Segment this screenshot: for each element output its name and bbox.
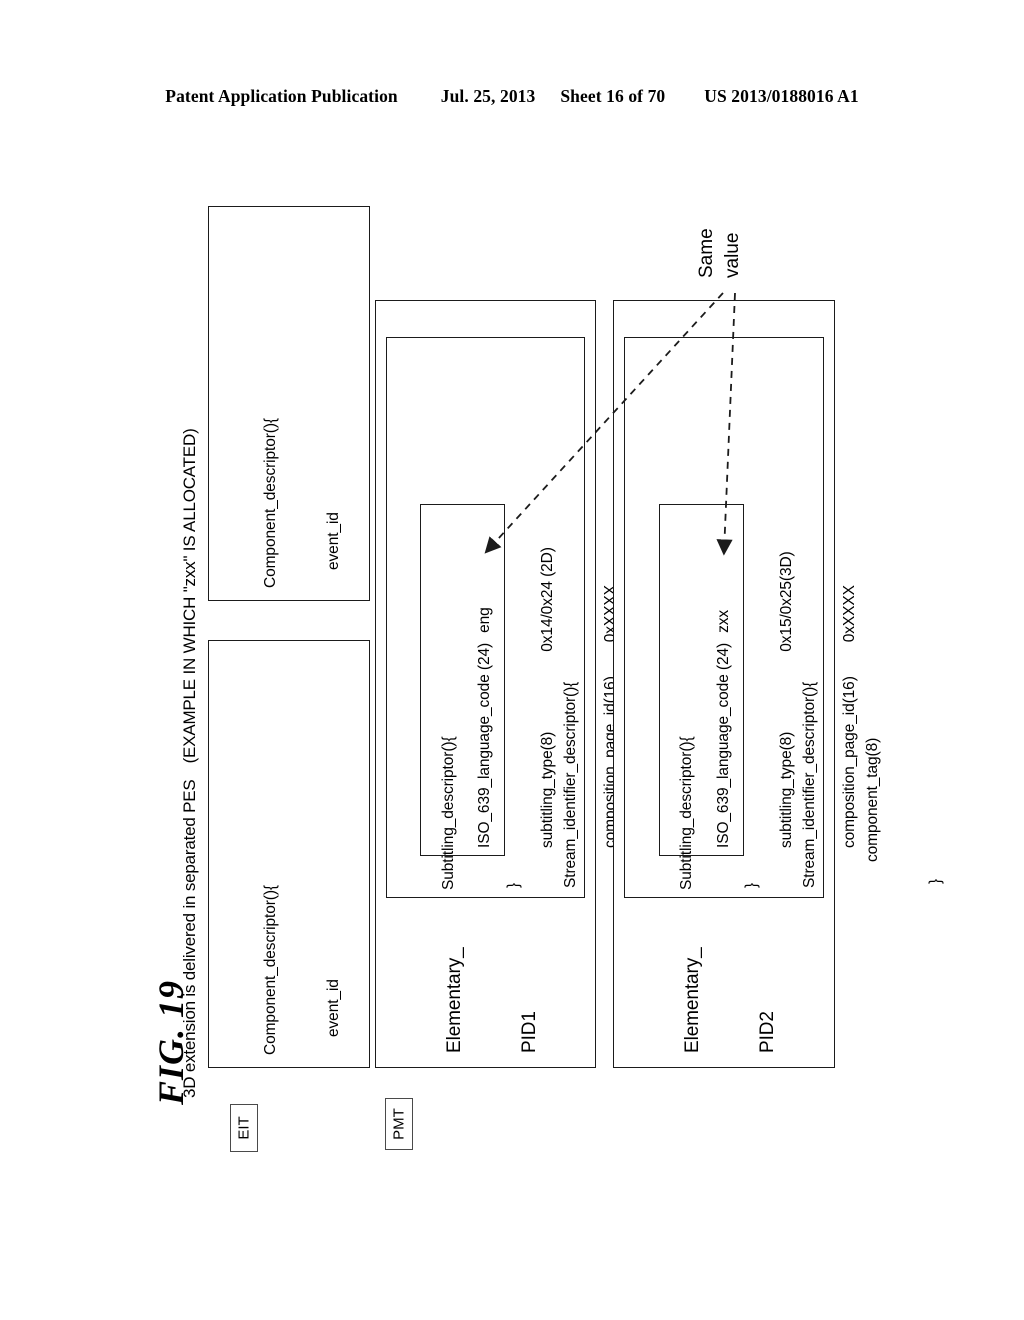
eit-tag-label: EIT	[235, 1116, 253, 1140]
pmt-tag-box: PMT	[385, 1098, 413, 1150]
descriptor-field: ISO_639_language_code (24)	[715, 642, 732, 848]
descriptor-field: event_id	[325, 512, 342, 570]
figure-title-note: (EXAMPLE IN WHICH "zxx" IS ALLOCATED)	[180, 428, 199, 764]
publication-header: Patent Application Publication Jul. 25, …	[0, 86, 1024, 107]
same-value-line2: value	[722, 232, 743, 278]
descriptor-value: zxx	[715, 609, 732, 633]
eit-tag-box: EIT	[230, 1104, 258, 1152]
pmt-tag-label: PMT	[390, 1108, 408, 1140]
descriptor-value: eng	[476, 607, 493, 633]
descriptor-value: 0x15/0x25(3D)	[778, 551, 795, 652]
descriptor-open: Stream_identifier_descriptor(){	[801, 681, 818, 888]
pid-label-line1: Elementary_	[444, 947, 465, 1053]
pmt-pid1-label: Elementary_ PID1	[392, 947, 567, 1053]
header-sheet: Sheet 16 of 70	[560, 86, 666, 106]
header-publication-text: Patent Application Publication	[165, 86, 398, 106]
descriptor-field: ISO_639_language_code (24)	[476, 642, 493, 848]
pmt-pid2-label: Elementary_ PID2	[630, 947, 805, 1053]
header-date: Jul. 25, 2013	[440, 86, 536, 106]
same-value-annotation: Same value	[694, 228, 746, 278]
descriptor-field: event_id	[325, 979, 342, 1037]
pid-label-line2: PID1	[519, 1011, 540, 1053]
figure-title-main: 3D extension is delivered in separated P…	[180, 779, 199, 1098]
same-value-line1: Same	[696, 228, 717, 278]
pid-label-line1: Elementary_	[682, 947, 703, 1053]
header-patent-number: US 2013/0188016 A1	[704, 86, 859, 106]
figure-title: 3D extension is delivered in separated P…	[180, 428, 201, 1098]
pid-label-line2: PID2	[757, 1011, 778, 1053]
descriptor-open: Component_descriptor(){	[262, 417, 279, 588]
pmt-pid2-stream-identifier: Stream_identifier_descriptor(){ componen…	[757, 682, 967, 888]
descriptor-field: component_tag(8)	[864, 737, 881, 862]
descriptor-close: }	[927, 878, 944, 884]
descriptor-open: Component_descriptor(){	[262, 884, 279, 1055]
descriptor-open: Stream_identifier_descriptor(){	[562, 681, 579, 888]
descriptor-value: 0x14/0x24 (2D)	[539, 547, 556, 652]
descriptor-value: 0xXXXX	[841, 585, 858, 643]
